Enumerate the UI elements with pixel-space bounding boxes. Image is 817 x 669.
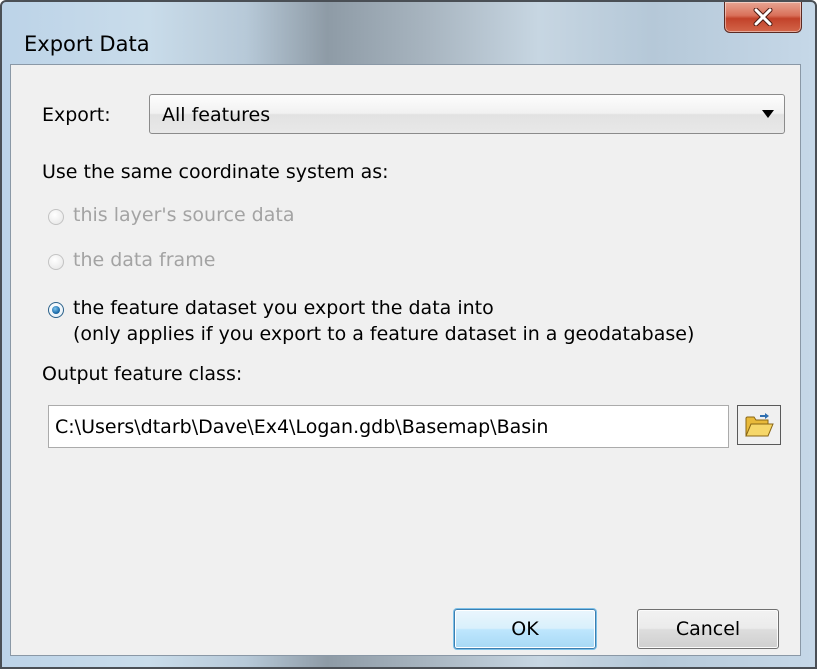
- radio-data-frame-label: the data frame: [73, 249, 216, 271]
- dropdown-arrow-icon: [762, 110, 774, 118]
- radio-layer-source-data-label: this layer's source data: [73, 204, 295, 226]
- export-label: Export:: [42, 104, 111, 126]
- browse-button[interactable]: [737, 405, 781, 445]
- title-bar[interactable]: Export Data: [2, 2, 815, 64]
- output-path-input[interactable]: [48, 405, 729, 448]
- ok-button[interactable]: OK: [454, 609, 596, 649]
- export-dropdown[interactable]: All features: [149, 94, 785, 134]
- radio-feature-dataset-sublabel: (only applies if you export to a feature…: [73, 323, 695, 345]
- open-folder-icon: [745, 413, 774, 437]
- export-data-dialog: Export Data Export: All features Use the…: [0, 0, 817, 669]
- dialog-content: Export: All features Use the same coordi…: [10, 64, 801, 656]
- coordinate-system-heading: Use the same coordinate system as:: [42, 161, 389, 183]
- cancel-button[interactable]: Cancel: [637, 609, 779, 649]
- radio-feature-dataset-label: the feature dataset you export the data …: [73, 297, 494, 319]
- radio-data-frame[interactable]: [48, 254, 64, 270]
- output-feature-class-label: Output feature class:: [42, 363, 243, 385]
- close-button[interactable]: [724, 2, 802, 33]
- export-dropdown-value: All features: [162, 104, 271, 126]
- radio-layer-source-data[interactable]: [48, 209, 64, 225]
- close-x-icon: [753, 8, 773, 26]
- radio-feature-dataset[interactable]: [48, 302, 64, 318]
- dialog-title: Export Data: [24, 32, 150, 56]
